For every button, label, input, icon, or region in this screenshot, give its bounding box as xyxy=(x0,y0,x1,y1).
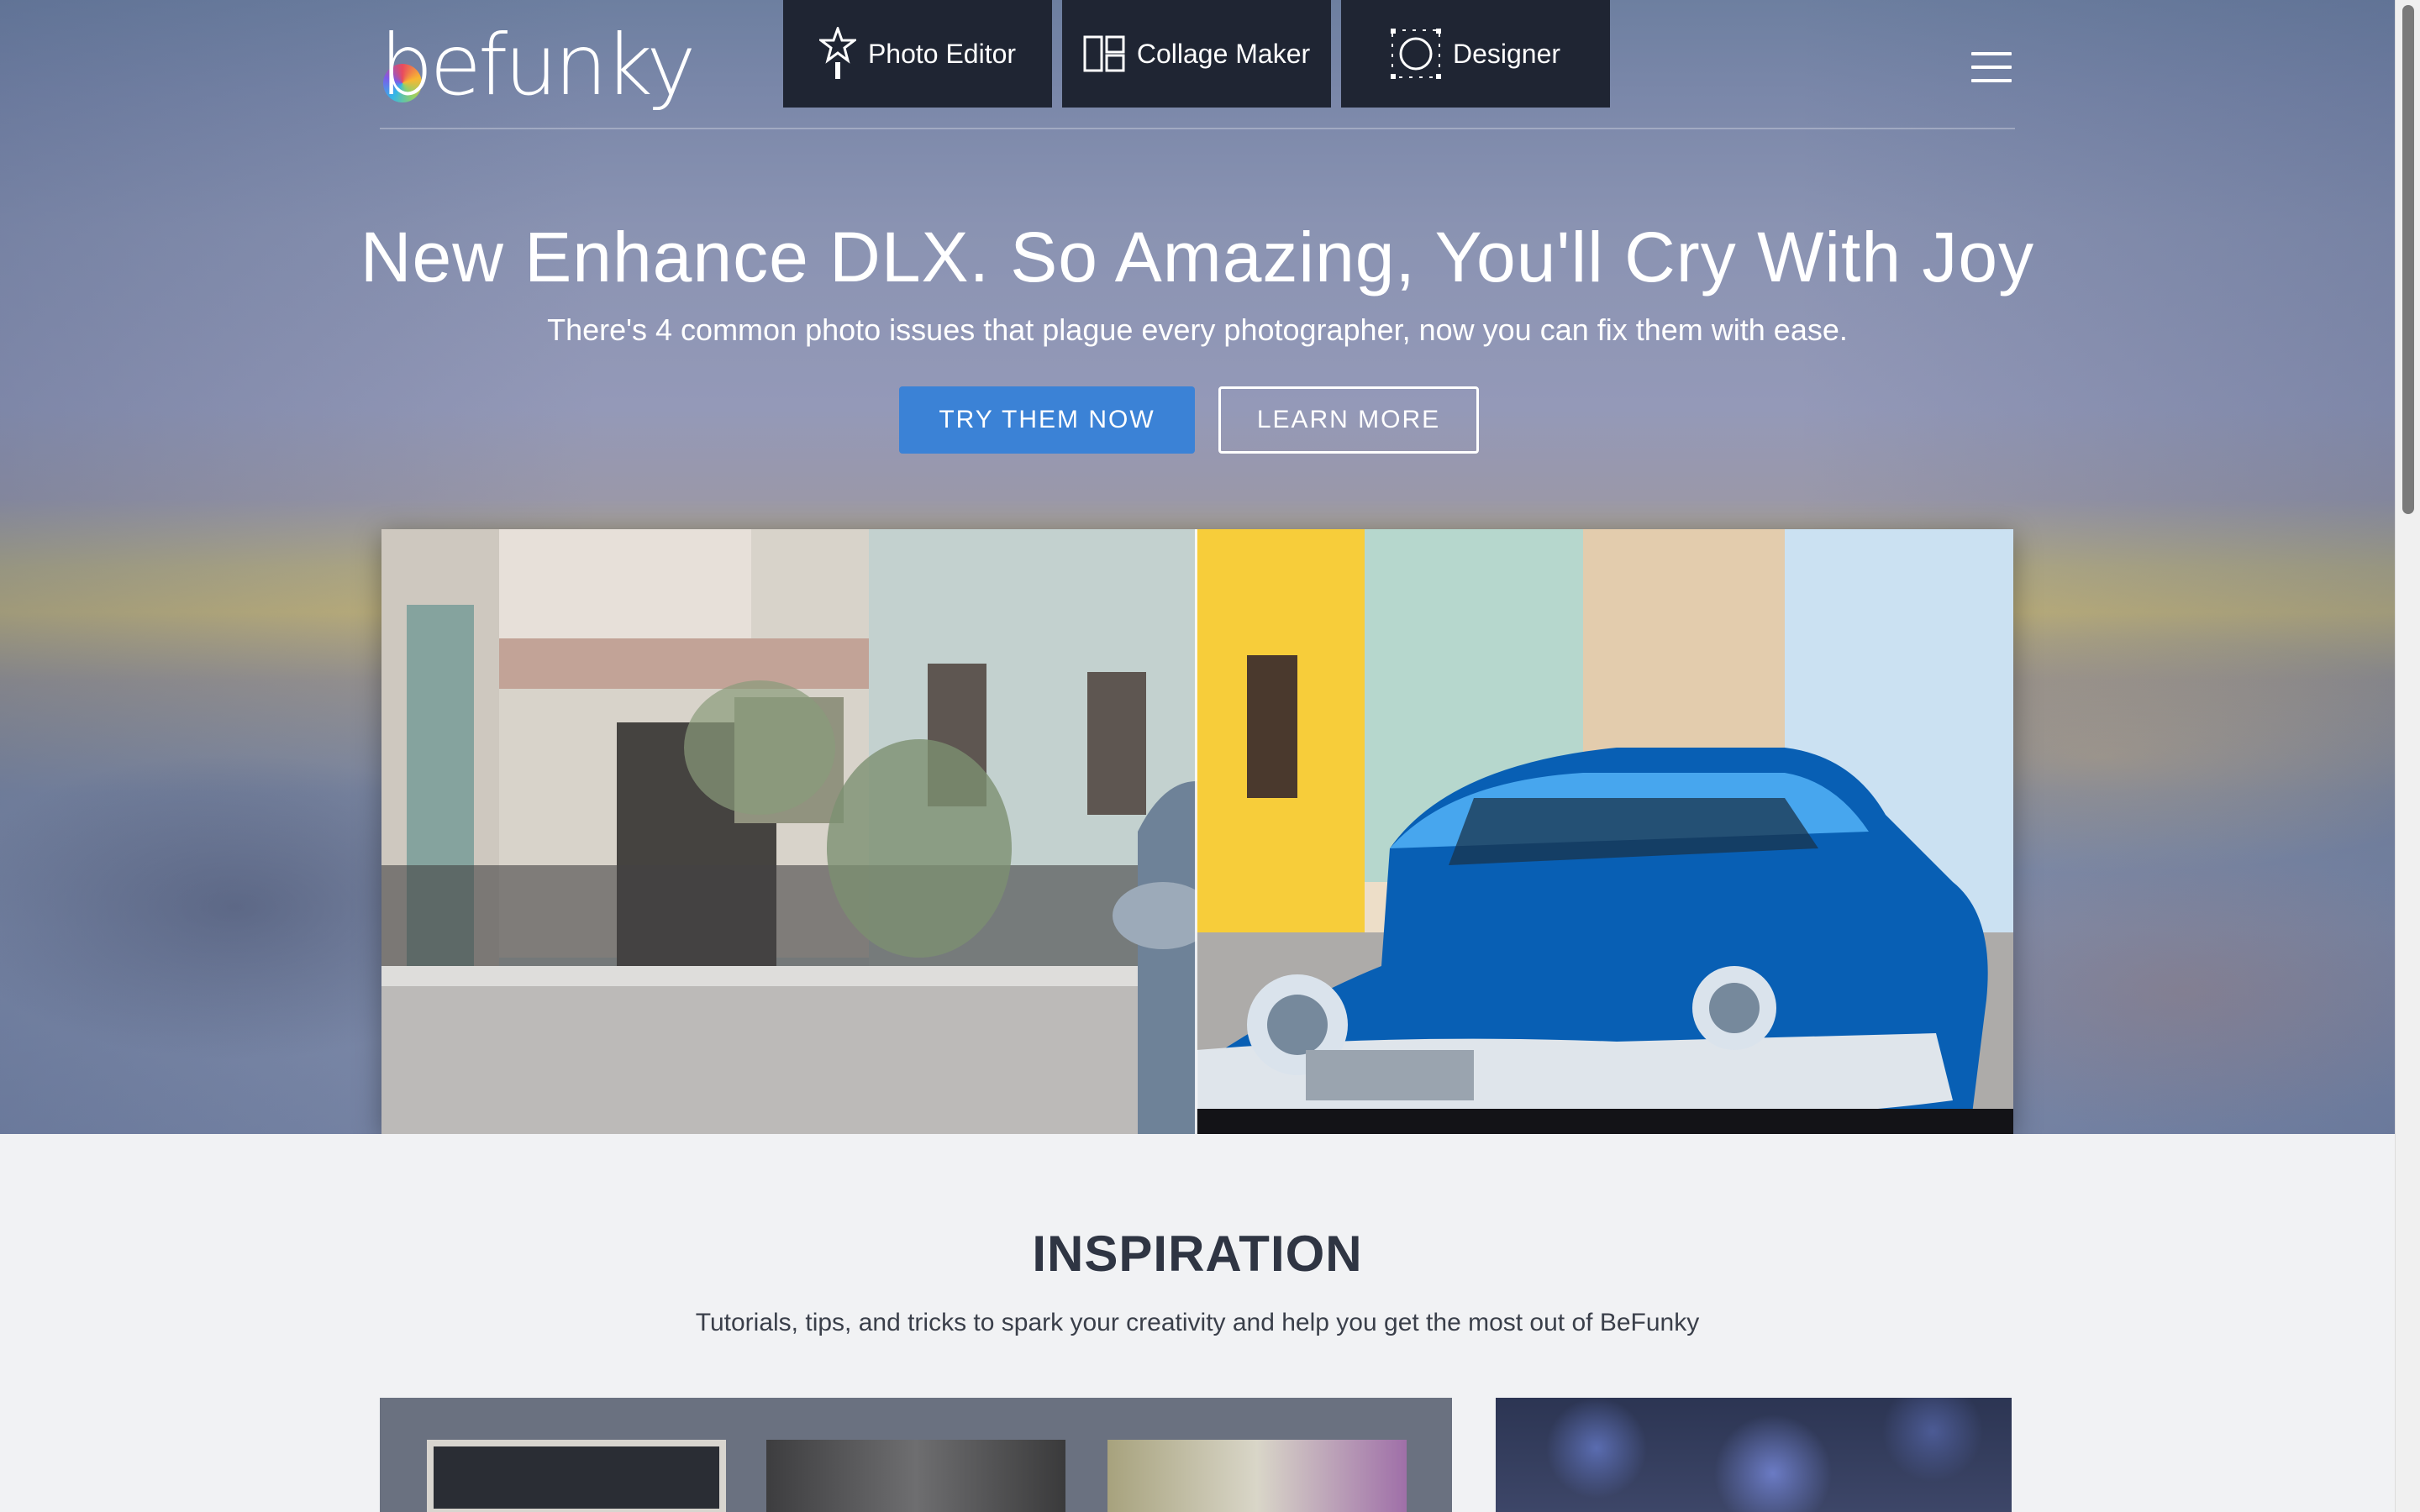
collage-grid-icon xyxy=(1083,35,1125,72)
before-image xyxy=(381,529,1197,1134)
try-them-now-button[interactable]: TRY THEM NOW xyxy=(899,386,1195,454)
card-thumbnail xyxy=(766,1440,1065,1512)
hero-headline: New Enhance DLX. So Amazing, You'll Cry … xyxy=(360,218,2035,297)
header-divider xyxy=(380,128,2015,129)
hero-subhead: There's 4 common photo issues that plagu… xyxy=(547,312,1848,347)
before-after-photo[interactable] xyxy=(381,529,2013,1134)
inspiration-title: INSPIRATION xyxy=(1032,1226,1363,1282)
tab-designer[interactable]: Designer xyxy=(1341,0,1610,108)
product-nav: Photo Editor Collage Maker Designer xyxy=(783,0,1610,108)
befunky-logo[interactable]: befunky xyxy=(380,22,696,109)
hero-section: befunky Photo Editor Collage Maker Desig… xyxy=(0,0,2395,1134)
logo-text: befunky xyxy=(380,16,696,114)
card-thumbnail xyxy=(427,1440,726,1512)
tab-collage-maker[interactable]: Collage Maker xyxy=(1062,0,1331,108)
hamburger-menu-icon[interactable] xyxy=(1971,52,2012,82)
inspiration-subtitle: Tutorials, tips, and tricks to spark you… xyxy=(695,1309,1700,1336)
page-scrollbar[interactable] xyxy=(2395,0,2420,1512)
tab-designer-label: Designer xyxy=(1452,38,1561,69)
scrollbar-thumb[interactable] xyxy=(2402,5,2414,514)
star-wand-icon xyxy=(818,27,856,79)
learn-more-button[interactable]: LEARN MORE xyxy=(1218,386,1479,454)
inspiration-card-secondary[interactable] xyxy=(1496,1398,2012,1512)
after-image xyxy=(1197,529,2013,1134)
before-after-divider[interactable] xyxy=(1195,529,1197,1134)
tab-collage-maker-label: Collage Maker xyxy=(1136,38,1311,69)
designer-circle-icon xyxy=(1390,29,1441,79)
card-thumbnail xyxy=(1107,1440,1407,1512)
inspiration-card-featured[interactable] xyxy=(380,1398,1452,1512)
tab-photo-editor[interactable]: Photo Editor xyxy=(783,0,1052,108)
tab-photo-editor-label: Photo Editor xyxy=(867,38,1017,69)
